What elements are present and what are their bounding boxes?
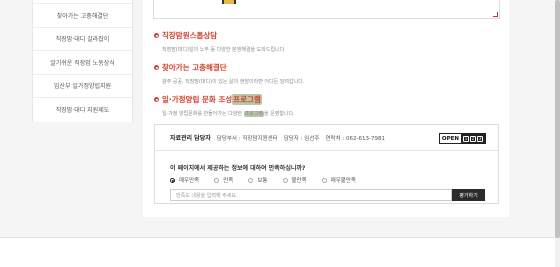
content-textarea[interactable]	[153, 0, 500, 19]
radio-label: 만족	[223, 178, 234, 184]
footer	[0, 237, 560, 267]
sidebar-item-label: 알기쉬운 직장맘 노동상식	[50, 59, 115, 67]
survey-question: 이 페이지에서 제공하는 정보에 대하여 만족하십니까?	[170, 165, 306, 172]
section-title-text: 직장맘원스톱상담	[162, 31, 218, 40]
info-box: 자료관리 담당자 담당부서 : 직장맘지원센터 담당자 : 임선주 연락처 : …	[154, 124, 499, 204]
sidebar-item-label: 임산부 일가정양립지원	[53, 83, 112, 91]
main-content: 직장맘원스톱상담 직장맘(대디)일의 노무 등 다양한 분쟁해결을 도와드립니다…	[143, 0, 509, 217]
manager-contact: 연락처 : 062-613-7981	[325, 135, 385, 142]
license-type-1-icon: 1	[463, 135, 469, 142]
bullet-icon	[154, 65, 159, 70]
radio-dot-icon[interactable]	[214, 177, 220, 183]
license-type-2-icon: 2	[470, 135, 476, 142]
section-title: 직장맘원스톱상담	[154, 30, 284, 41]
section-desc: 직장맘(대디)일의 노무 등 다양한 분쟁해결을 도와드립니다	[162, 47, 285, 53]
manager-person: 담당자 : 임선주	[283, 135, 320, 142]
license-type-3-icon: 3	[477, 135, 483, 142]
radio-very-satisfied[interactable]: 매우만족	[170, 176, 199, 184]
scrollbar-thumb[interactable]	[555, 0, 560, 238]
section-title: 일·가정양립 문화 조성 프로그램	[154, 94, 295, 105]
section-desc: 광주 공공, 직장맘(대디)이 있는 삶의 현장이라면 어디든 달려갑니다.	[162, 79, 305, 85]
radio-label: 매우불만족	[330, 178, 356, 184]
comment-row: 만족도 내용을 입력해 주세요. 평가하기	[170, 189, 485, 201]
satisfaction-radio-group: 매우만족 만족 보통 불만족 매우불만족	[170, 176, 371, 184]
section-title-text: 일·가정양립 문화 조성	[162, 95, 233, 104]
sidebar-item-label: 찾아가는 고충해결단	[56, 12, 109, 20]
text-cursor-mark	[222, 0, 236, 4]
section-title: 찾아가는 고충해결단	[154, 62, 304, 73]
radio-satisfied[interactable]: 만족	[214, 176, 233, 184]
section-desc-after: 을 운영합니다.	[263, 111, 295, 117]
radio-dot-icon[interactable]	[170, 177, 175, 183]
radio-dissatisfied[interactable]: 불만족	[282, 176, 307, 184]
section-work-family: 일·가정양립 문화 조성 프로그램 일·가정 양립문화를 만들어가는 다양한 프로…	[154, 94, 295, 117]
open-license-text: OPEN	[439, 134, 461, 143]
sidebar-item-support-system[interactable]: 직장맘·대디 지원제도	[33, 98, 132, 122]
section-grievance: 찾아가는 고충해결단 광주 공공, 직장맘(대디)이 있는 삶의 현장이라면 어…	[154, 62, 304, 85]
radio-very-dissatisfied[interactable]: 매우불만족	[321, 176, 356, 184]
section-desc-before: 일·가정 양립문화를 만들어가는 다양한	[162, 111, 244, 117]
scrollbar[interactable]	[555, 0, 560, 267]
comment-input[interactable]: 만족도 내용을 입력해 주세요.	[170, 189, 452, 201]
radio-label: 보통	[257, 178, 268, 184]
sidebar-item-guide[interactable]: 직장맘·대디 길라잡이	[33, 28, 132, 51]
manager-dept: 담당부서 : 직장맘지원센터	[216, 135, 278, 142]
bullet-icon	[154, 33, 159, 38]
section-desc-highlight: 프로그램	[243, 111, 264, 117]
radio-label: 불만족	[291, 178, 307, 184]
sidebar-item-labor-knowledge[interactable]: 알기쉬운 직장맘 노동상식	[33, 51, 132, 75]
radio-neutral[interactable]: 보통	[248, 176, 268, 184]
section-title-highlight: 프로그램	[232, 94, 262, 105]
resize-handle-icon[interactable]	[493, 12, 498, 17]
open-license-badge: OPEN 1 2 3	[438, 133, 486, 144]
sidebar-item-grievance-team[interactable]: 찾아가는 고충해결단	[33, 4, 132, 28]
section-title-text: 찾아가는 고충해결단	[162, 63, 227, 72]
radio-dot-icon[interactable]	[282, 177, 288, 183]
sidebar-item-pregnancy-support[interactable]: 임산부 일가정양립지원	[33, 75, 132, 98]
submit-rating-button[interactable]: 평가하기	[452, 189, 485, 201]
sidebar-item-label: 직장맘·대디 길라잡이	[55, 36, 110, 44]
sidebar: 찾아가는 고충해결단 직장맘·대디 길라잡이 알기쉬운 직장맘 노동상식 임산부…	[32, 0, 133, 122]
radio-dot-icon[interactable]	[321, 177, 327, 183]
radio-label: 매우만족	[179, 178, 200, 184]
section-onestop: 직장맘원스톱상담 직장맘(대디)일의 노무 등 다양한 분쟁해결을 도와드립니다	[154, 30, 284, 53]
manager-label: 자료관리 담당자	[170, 135, 211, 142]
sidebar-item-label: 직장맘·대디 지원제도	[55, 107, 110, 115]
bullet-icon	[154, 97, 159, 102]
license-icons: 1 2 3	[461, 134, 485, 143]
section-desc: 일·가정 양립문화를 만들어가는 다양한 프로그램을 운영합니다.	[154, 110, 295, 117]
radio-dot-icon[interactable]	[248, 177, 254, 183]
